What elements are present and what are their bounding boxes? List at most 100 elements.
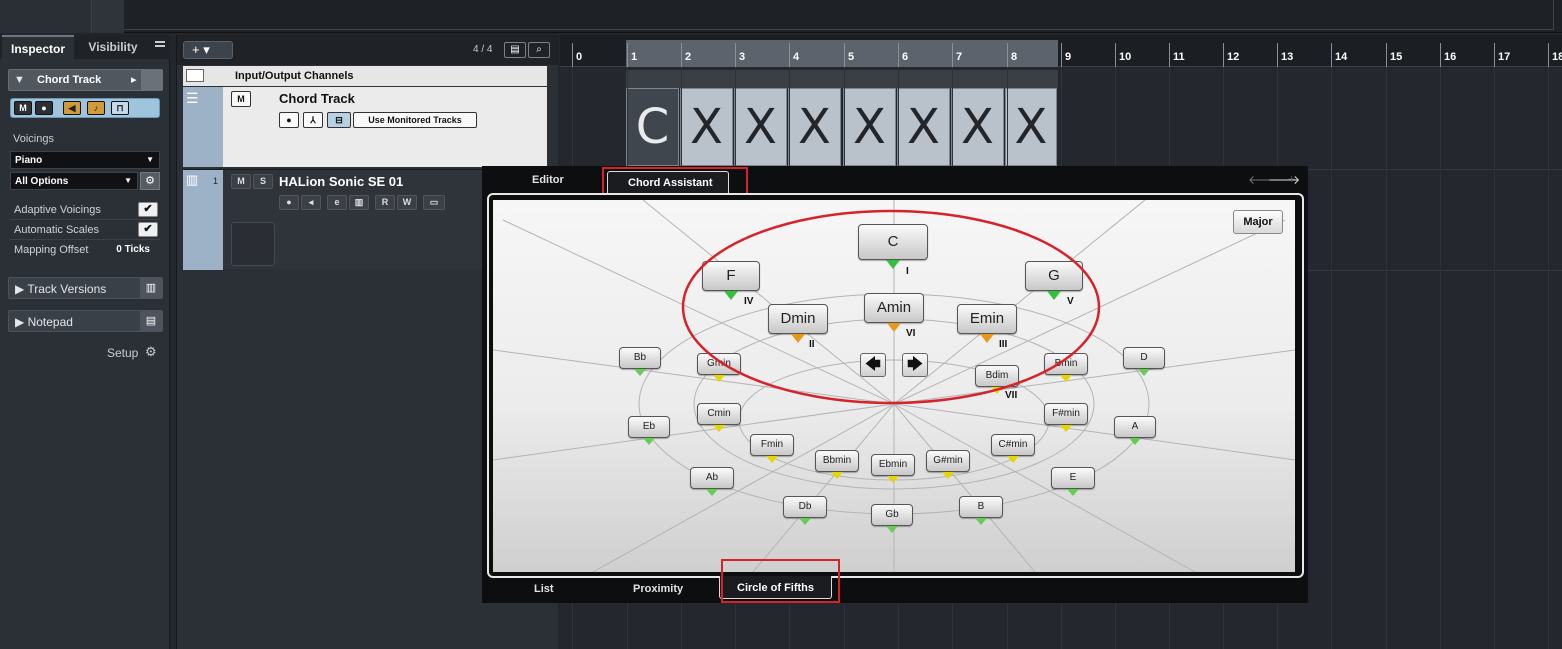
chord-chip[interactable]: A xyxy=(1114,416,1156,438)
ruler-tick-line xyxy=(1331,43,1332,67)
chord-event[interactable]: X xyxy=(897,88,950,166)
chord-chip[interactable]: Emin xyxy=(957,304,1017,334)
chord-chip[interactable]: C#min xyxy=(991,434,1035,456)
gear-icon[interactable]: ⚙ xyxy=(145,344,157,360)
chord-chip[interactable]: Bbmin xyxy=(815,450,859,472)
chord-event[interactable]: X xyxy=(788,88,841,166)
chord-event[interactable]: X xyxy=(843,88,896,166)
track-count: 4 / 4 xyxy=(473,44,493,55)
arrow-left-icon[interactable]: 🡄 xyxy=(860,353,886,377)
chord-event[interactable]: X xyxy=(734,88,787,166)
search-icon[interactable]: ⌕ xyxy=(528,42,550,58)
chord-chip[interactable]: F xyxy=(702,261,760,291)
use-monitored-tracks-button[interactable]: Use Monitored Tracks xyxy=(353,112,477,128)
add-icon[interactable]: + xyxy=(1288,172,1295,186)
tab-list[interactable]: List xyxy=(534,583,554,595)
edit-button[interactable]: e xyxy=(327,195,347,210)
chord-chip[interactable]: Ebmin xyxy=(871,454,915,476)
note-icon[interactable]: ♪ xyxy=(87,101,105,115)
list-icon[interactable]: ▤ xyxy=(504,42,526,58)
color-swatch[interactable] xyxy=(141,70,163,90)
chord-event[interactable]: X xyxy=(951,88,1004,166)
chord-chip[interactable]: B xyxy=(959,496,1003,518)
track-versions-section[interactable]: ▶ Track Versions ▥ xyxy=(8,277,163,299)
setup-label[interactable]: Setup xyxy=(107,346,138,360)
chord-chip[interactable]: Gmin xyxy=(697,353,741,375)
chord-chip[interactable]: Cmin xyxy=(697,403,741,425)
chord-chip[interactable]: G xyxy=(1025,261,1083,291)
notepad-icon[interactable]: ▤ xyxy=(140,311,162,331)
ruler-tick-line xyxy=(1386,43,1387,67)
lock-icon[interactable]: ⊓ xyxy=(111,101,129,115)
adaptive-voicings-checkbox[interactable]: ✔ xyxy=(138,202,158,217)
mute-button[interactable]: M xyxy=(231,91,251,107)
add-track-button[interactable]: + ▾ xyxy=(183,41,233,59)
chord-chip[interactable]: Bmin xyxy=(1044,353,1088,375)
chord-chip[interactable]: E xyxy=(1051,467,1095,489)
roman-numeral: II xyxy=(809,339,815,350)
chord-chip[interactable]: Gb xyxy=(871,504,913,526)
chevron-right-icon[interactable]: ▸ xyxy=(131,73,137,86)
voicing-select[interactable]: Piano ▼ xyxy=(10,151,160,169)
chord-indicator xyxy=(942,472,954,479)
track-header[interactable]: ▼ Chord Track ▸ xyxy=(8,69,163,91)
chord-chip[interactable]: G#min xyxy=(926,450,970,472)
chord-event[interactable]: X xyxy=(680,88,733,166)
monitor-icon[interactable]: ◂ xyxy=(301,195,321,210)
record-button[interactable]: ● xyxy=(279,112,299,128)
notepad-section[interactable]: ▶ Notepad ▤ xyxy=(8,310,163,332)
io-channels-row[interactable]: Input/Output Channels xyxy=(183,66,547,86)
tab-inspector[interactable]: Inspector xyxy=(2,35,74,59)
ruler-tick-label: 9 xyxy=(1065,51,1072,63)
chord-track-row[interactable]: ☰ M Chord Track ● ⅄ ⊟ Use Monitored Trac… xyxy=(183,87,547,167)
tab-proximity[interactable]: Proximity xyxy=(633,583,683,595)
chord-chip[interactable]: Db xyxy=(783,496,827,518)
chord-chip[interactable]: Eb xyxy=(628,416,670,438)
toolbar-segment[interactable] xyxy=(92,0,124,33)
major-button[interactable]: Major xyxy=(1233,210,1283,234)
collapse-triangle-icon[interactable]: ▼ xyxy=(14,74,25,86)
forward-arrow-icon[interactable]: 🡒 xyxy=(1268,172,1300,187)
mute-button[interactable]: M xyxy=(231,174,251,189)
menu-icon[interactable] xyxy=(155,41,165,51)
solo-button[interactable]: S xyxy=(253,174,273,189)
gear-icon[interactable]: ⚙ xyxy=(140,172,160,190)
toolbar-segment[interactable] xyxy=(0,0,92,33)
write-button[interactable]: W xyxy=(397,195,417,210)
chord-symbol-icon[interactable]: ⅄ xyxy=(303,112,323,128)
chord-chip[interactable]: C xyxy=(858,224,928,260)
chord-chip[interactable]: Amin xyxy=(864,293,924,323)
mapping-offset-value[interactable]: 0 Ticks xyxy=(116,244,150,255)
chord-chip[interactable]: F#min xyxy=(1044,403,1088,425)
circle-of-fifths-canvas[interactable]: Major C I F IV G V Dmin II Amin VI Emin III Bb Gmin B… xyxy=(493,200,1295,572)
chord-chip[interactable]: Fmin xyxy=(750,434,794,456)
chord-chip[interactable]: Bb xyxy=(619,347,661,369)
options-select[interactable]: All Options ▼ xyxy=(10,172,138,190)
follow-icon[interactable]: ⊟ xyxy=(327,112,351,128)
chord-chip[interactable]: Dmin xyxy=(768,304,828,334)
record-button[interactable]: ● xyxy=(35,101,53,115)
speaker-icon[interactable]: ◀ xyxy=(63,101,81,115)
mute-button[interactable]: M xyxy=(14,101,32,115)
track-picture[interactable] xyxy=(231,222,275,266)
chord-indicator xyxy=(706,489,718,496)
chord-chip[interactable]: D xyxy=(1123,347,1165,369)
chord-event[interactable]: X xyxy=(1005,88,1057,166)
instrument-edit-icon[interactable]: ▥ xyxy=(349,195,369,210)
chord-chip[interactable]: Bdim xyxy=(975,365,1019,387)
chord-indicator xyxy=(1138,369,1150,376)
keyboard-icon[interactable]: ▭ xyxy=(423,195,445,210)
chord-indicator xyxy=(991,387,1003,394)
grid-line xyxy=(1548,67,1549,649)
tab-editor[interactable]: Editor xyxy=(532,174,564,186)
automatic-scales-checkbox[interactable]: ✔ xyxy=(138,222,158,237)
tab-visibility[interactable]: Visibility xyxy=(78,35,148,59)
chord-indicator xyxy=(634,369,646,376)
ruler[interactable]: 0 1 2 3 4 5 6 7 8 9 10 11 12 13 14 15 16 17 18 xyxy=(560,35,1562,67)
versions-icon[interactable]: ▥ xyxy=(140,278,162,298)
chord-event[interactable]: C xyxy=(626,88,679,166)
read-button[interactable]: R xyxy=(375,195,395,210)
arrow-right-icon[interactable]: 🡆 xyxy=(902,353,928,377)
chord-chip[interactable]: Ab xyxy=(690,467,734,489)
record-button[interactable]: ● xyxy=(279,195,299,210)
